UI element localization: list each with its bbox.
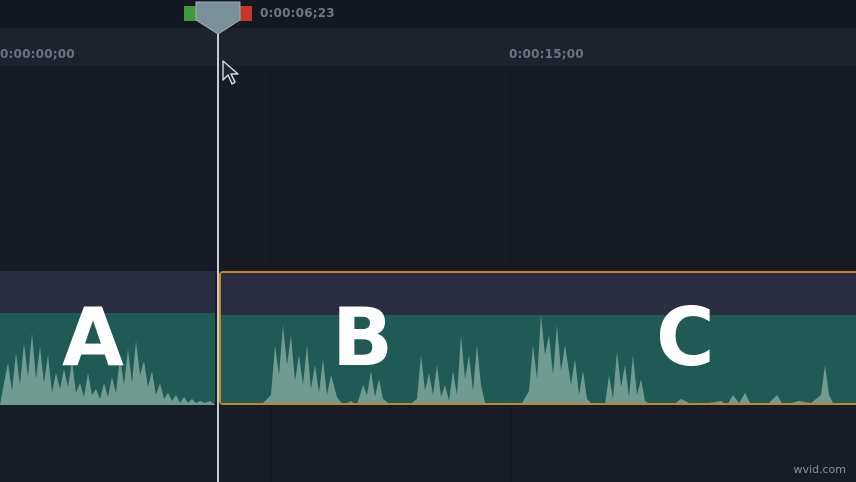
playhead-handle-icon[interactable] — [184, 0, 252, 35]
mouse-pointer-icon — [222, 60, 242, 88]
playhead-timecode: 0:00:06;23 — [260, 6, 335, 20]
watermark: wvid.com — [793, 463, 846, 476]
in-marker-icon — [184, 6, 196, 21]
timeline-editor: 0:00:06;23 0:00:00;00 0:00:15;00 A B C w… — [0, 0, 856, 482]
clip-header — [221, 273, 856, 315]
playhead-timecode-bar — [0, 0, 856, 28]
clip-label-b: B — [332, 291, 393, 384]
timeline-ruler[interactable] — [0, 28, 856, 66]
audio-clip-bc-selected[interactable] — [219, 271, 856, 405]
grid-line — [270, 66, 272, 271]
playhead-line[interactable] — [217, 22, 219, 482]
clip-label-c: C — [656, 291, 715, 384]
out-marker-icon — [240, 6, 252, 21]
grid-line — [510, 405, 512, 482]
grid-line — [510, 66, 512, 271]
empty-track-area[interactable] — [0, 66, 856, 271]
clip-label-a: A — [62, 291, 124, 384]
ruler-time-mid: 0:00:15;00 — [509, 47, 584, 61]
ruler-time-start: 0:00:00;00 — [0, 47, 75, 61]
empty-track-area-lower[interactable] — [0, 405, 856, 482]
grid-line — [270, 405, 272, 482]
audio-waveform — [221, 315, 856, 403]
